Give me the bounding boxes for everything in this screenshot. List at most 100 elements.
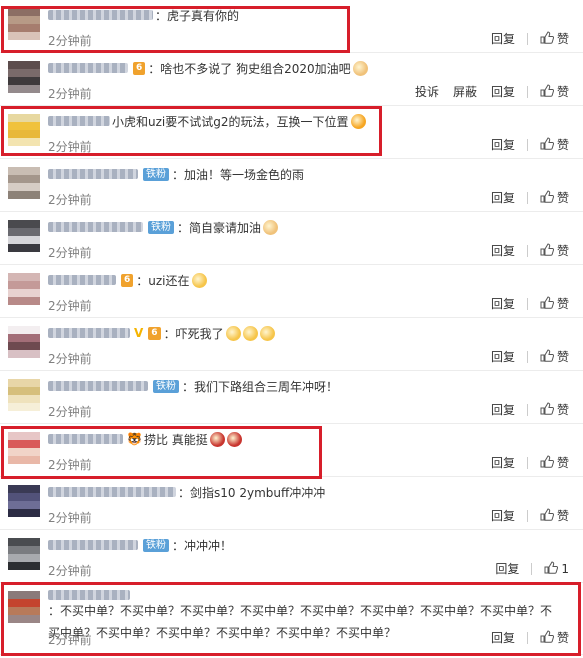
comment-actions: 回复 赞 — [477, 629, 569, 646]
comment-actions: 回复 1 — [481, 560, 569, 577]
reply-button[interactable]: 回复 — [491, 454, 515, 471]
like-button[interactable]: 1 — [544, 560, 569, 577]
like-button[interactable]: 赞 — [540, 295, 569, 312]
emoji-icon — [259, 325, 275, 341]
comment-actions: 回复 赞 — [477, 401, 569, 418]
comment-row: 铁粉 ：简自豪请加油 2分钟前 回复 赞 — [0, 212, 583, 265]
avatar[interactable] — [8, 591, 40, 623]
avatar[interactable] — [8, 114, 40, 146]
reply-button[interactable]: 回复 — [491, 189, 515, 206]
comment-body: V 6 ：吓死我了 — [48, 325, 275, 341]
avatar[interactable] — [8, 8, 40, 40]
username-link[interactable] — [48, 116, 110, 126]
like-button[interactable]: 赞 — [540, 83, 569, 100]
comment-body: 6 ：uzi还在 — [48, 272, 207, 288]
avatar[interactable] — [8, 220, 40, 252]
emoji-icon — [226, 431, 242, 447]
avatar[interactable] — [8, 538, 40, 570]
comment-text: ：uzi还在 — [136, 273, 190, 288]
like-button[interactable]: 赞 — [540, 189, 569, 206]
reply-button[interactable]: 回复 — [491, 348, 515, 365]
avatar[interactable] — [8, 379, 40, 411]
like-label: 赞 — [556, 85, 569, 99]
report-button[interactable]: 投诉 — [415, 83, 439, 100]
username-link[interactable] — [48, 328, 130, 338]
comment-text: ：加油！等一场金色的雨 — [172, 167, 305, 182]
thumbs-up-icon — [540, 30, 557, 47]
thumbs-up-icon — [540, 242, 557, 259]
comment-row: 小虎和uzi要不试试g2的玩法，互换一下位置 2分钟前 回复 赞 — [0, 106, 583, 159]
avatar[interactable] — [8, 273, 40, 305]
fan-badge: 铁粉 — [143, 538, 169, 552]
comment-row: ：剑指s10 2ymbuff冲冲冲 2分钟前 回复 赞 — [0, 477, 583, 530]
comment-body: ：剑指s10 2ymbuff冲冲冲 — [48, 484, 325, 500]
username-link[interactable] — [48, 10, 153, 20]
username-link[interactable] — [48, 169, 138, 179]
username-link[interactable] — [48, 63, 128, 73]
level-badge: 6 — [133, 61, 146, 75]
like-button[interactable]: 赞 — [540, 348, 569, 365]
divider — [526, 509, 528, 522]
thumbs-up-icon — [540, 454, 557, 471]
username-link[interactable] — [48, 434, 123, 444]
avatar[interactable] — [8, 167, 40, 199]
like-label: 赞 — [556, 350, 569, 364]
thumbs-up-icon — [540, 83, 557, 100]
comment-row: 铁粉 ：冲冲冲！ 2分钟前 回复 1 — [0, 530, 583, 583]
emoji-icon — [209, 431, 225, 447]
comment-body: ：不买中单？不买中单？不买中单？不买中单？不买中单？不买中单？不买中单？不买中单… — [48, 590, 558, 640]
divider — [526, 32, 528, 45]
username-link[interactable] — [48, 487, 176, 497]
username-link[interactable] — [48, 590, 130, 600]
like-button[interactable]: 赞 — [540, 507, 569, 524]
thumbs-up-icon — [540, 629, 557, 646]
avatar[interactable] — [8, 326, 40, 358]
divider — [526, 297, 528, 310]
like-label: 1 — [561, 561, 569, 576]
block-button[interactable]: 屏蔽 — [453, 83, 477, 100]
comment-body: 铁粉 ：简自豪请加油 — [48, 219, 279, 235]
username-link[interactable] — [48, 222, 143, 232]
reply-button[interactable]: 回复 — [491, 83, 515, 100]
comment-actions: 投诉 屏蔽 回复 赞 — [401, 83, 569, 100]
comment-actions: 回复 赞 — [477, 348, 569, 365]
like-button[interactable]: 赞 — [540, 136, 569, 153]
divider — [526, 350, 528, 363]
comment-text: ：啥也不多说了 狗史组合2020加油吧 — [148, 61, 351, 76]
comment-row: 铁粉 ：加油！等一场金色的雨 2分钟前 回复 赞 — [0, 159, 583, 212]
comment-row: 🐯 捞比 真能挺 2分钟前 回复 赞 — [0, 424, 583, 477]
divider — [526, 631, 528, 644]
fan-badge: 铁粉 — [148, 220, 174, 234]
reply-button[interactable]: 回复 — [491, 507, 515, 524]
reply-button[interactable]: 回复 — [495, 560, 519, 577]
like-button[interactable]: 赞 — [540, 454, 569, 471]
reply-button[interactable]: 回复 — [491, 242, 515, 259]
reply-button[interactable]: 回复 — [491, 629, 515, 646]
comment-body: 铁粉 ：我们下路组合三周年冲呀！ — [48, 378, 338, 394]
thumbs-up-icon — [540, 295, 557, 312]
like-button[interactable]: 赞 — [540, 30, 569, 47]
reply-button[interactable]: 回复 — [491, 30, 515, 47]
level-badge: 6 — [148, 326, 161, 340]
reply-button[interactable]: 回复 — [491, 136, 515, 153]
reply-button[interactable]: 回复 — [491, 295, 515, 312]
thumbs-up-icon — [540, 348, 557, 365]
username-link[interactable] — [48, 540, 138, 550]
avatar[interactable] — [8, 485, 40, 517]
comment-body: 小虎和uzi要不试试g2的玩法，互换一下位置 — [48, 113, 366, 129]
emoji-icon — [225, 325, 241, 341]
comment-body: 铁粉 ：冲冲冲！ — [48, 537, 232, 553]
username-link[interactable] — [48, 275, 116, 285]
emoji-icon — [191, 272, 207, 288]
avatar[interactable] — [8, 61, 40, 93]
divider — [526, 403, 528, 416]
like-button[interactable]: 赞 — [540, 401, 569, 418]
comment-time: 2分钟前 — [48, 633, 92, 647]
like-button[interactable]: 赞 — [540, 629, 569, 646]
avatar[interactable] — [8, 432, 40, 464]
username-link[interactable] — [48, 381, 148, 391]
reply-button[interactable]: 回复 — [491, 401, 515, 418]
like-button[interactable]: 赞 — [540, 242, 569, 259]
emoji-icon — [263, 219, 279, 235]
comment-row: 6 ：uzi还在 2分钟前 回复 赞 — [0, 265, 583, 318]
